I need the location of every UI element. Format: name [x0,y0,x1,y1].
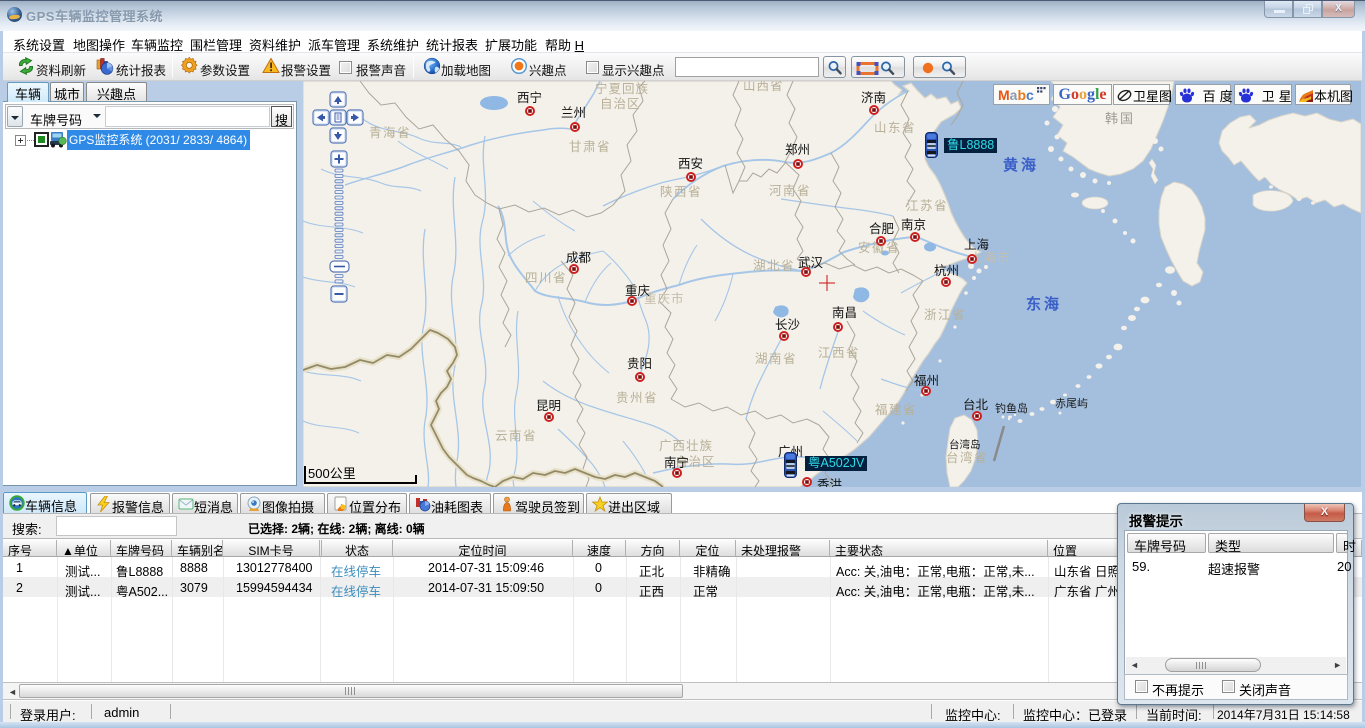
svg-text:陕西省: 陕西省 [660,184,702,199]
svg-text:山东省: 山东省 [874,121,916,135]
svg-text:河南省: 河南省 [769,183,811,198]
svg-text:黄海: 黄海 [1003,156,1039,174]
svg-text:西安: 西安 [678,156,703,171]
svg-text:东海: 东海 [1026,295,1062,313]
svg-text:郑州: 郑州 [785,142,810,157]
svg-text:重庆: 重庆 [625,283,651,298]
svg-text:宁夏回族: 宁夏回族 [595,81,649,96]
svg-text:江苏省: 江苏省 [906,198,948,213]
svg-text:南京: 南京 [901,217,926,232]
svg-text:湖北省: 湖北省 [753,258,795,273]
svg-text:山西省: 山西省 [743,81,784,93]
svg-text:浙江省: 浙江省 [924,307,966,322]
svg-text:台湾岛: 台湾岛 [949,438,981,451]
svg-text:南宁: 南宁 [664,455,689,470]
svg-text:台湾省: 台湾省 [946,450,988,465]
svg-text:西宁: 西宁 [517,90,542,105]
svg-text:广西壮族: 广西壮族 [659,439,713,453]
svg-text:南昌: 南昌 [832,305,857,320]
svg-text:台北: 台北 [963,397,989,412]
svg-text:韩国: 韩国 [1105,111,1135,126]
svg-text:昆明: 昆明 [536,399,561,413]
svg-text:济南: 济南 [861,90,886,105]
svg-text:云南省: 云南省 [495,428,537,443]
svg-text:武汉: 武汉 [798,256,824,270]
svg-text:兰州: 兰州 [561,106,586,120]
svg-text:青海省: 青海省 [369,125,411,140]
svg-text:四川省: 四川省 [525,271,567,285]
svg-text:成都: 成都 [566,251,592,265]
svg-text:湖南省: 湖南省 [755,351,797,366]
svg-text:自治区: 自治区 [600,97,641,111]
svg-text:贵州省: 贵州省 [616,391,658,405]
svg-text:赤尾屿: 赤尾屿 [1055,397,1088,410]
svg-text:长沙: 长沙 [775,318,801,332]
svg-text:香洪: 香洪 [817,478,842,487]
svg-text:福建省: 福建省 [875,402,917,417]
svg-text:上海: 上海 [964,237,990,252]
svg-text:500公里: 500公里 [308,466,356,481]
svg-text:合肥: 合肥 [869,221,895,236]
svg-text:杭州: 杭州 [934,263,959,278]
svg-text:钓鱼岛: 钓鱼岛 [995,401,1028,415]
svg-text:贵阳: 贵阳 [627,357,652,371]
svg-text:重庆市: 重庆市 [644,291,685,306]
svg-text:福州: 福州 [914,373,939,388]
svg-text:江西省: 江西省 [818,346,860,360]
svg-text:甘肃省: 甘肃省 [569,140,611,154]
